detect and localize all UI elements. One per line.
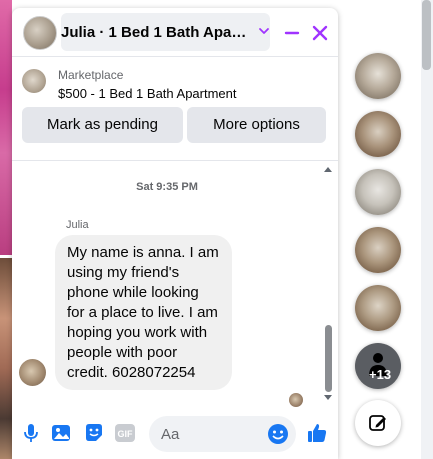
more-chats-button[interactable]: +13 [355,343,401,389]
chat-window: Julia · 1 Bed 1 Bath Apartm... Marketpla… [12,8,338,459]
message-bubble[interactable]: My name is anna. I am using my friend's … [55,235,232,390]
thumbs-up-icon[interactable] [306,422,328,444]
sender-avatar[interactable] [19,359,46,386]
chat-head[interactable] [355,169,401,215]
sender-name: Julia [66,219,89,231]
message-input[interactable] [161,416,261,452]
microphone-icon[interactable] [20,422,42,444]
scroll-down-arrow-icon[interactable] [324,395,332,400]
conversation-title: Julia · 1 Bed 1 Bath Apartm... [61,24,249,41]
background-image-bottom [0,258,12,459]
message-list: Sat 9:35 PM Julia My name is anna. I am … [12,162,338,407]
message-timestamp: Sat 9:35 PM [136,181,198,193]
background-page [0,0,12,459]
page-edge [421,0,433,459]
chat-head[interactable] [355,285,401,331]
emoji-icon[interactable] [267,423,289,445]
chat-header: Julia · 1 Bed 1 Bath Apartm... [12,8,338,57]
message-composer: GIF [12,408,338,459]
listing-title[interactable]: $500 - 1 Bed 1 Bath Apartment [58,86,237,101]
background-image-top [0,0,12,255]
compose-icon [369,415,386,431]
listing-source: Marketplace [58,68,124,82]
new-message-button[interactable] [355,400,401,446]
marketplace-listing: Marketplace $500 - 1 Bed 1 Bath Apartmen… [12,58,338,161]
more-options-button[interactable]: More options [187,107,326,143]
gif-label: GIF [117,429,133,439]
chat-head[interactable] [355,53,401,99]
mark-as-pending-button[interactable]: Mark as pending [22,107,183,143]
chat-head[interactable] [355,111,401,157]
gif-icon[interactable]: GIF [115,424,135,442]
page-scrollbar[interactable] [422,0,431,70]
chevron-down-icon [259,28,269,34]
photo-icon[interactable] [50,422,72,444]
seen-indicator-avatar [289,393,303,407]
conversation-avatar[interactable] [23,16,57,50]
scroll-up-arrow-icon[interactable] [324,167,332,172]
conversation-title-button[interactable]: Julia · 1 Bed 1 Bath Apartm... [61,13,270,51]
minimize-icon[interactable] [280,21,304,45]
sticker-icon[interactable] [83,422,105,444]
close-icon[interactable] [308,21,332,45]
scrollbar-thumb[interactable] [325,325,332,392]
listing-thumbnail[interactable] [22,69,46,93]
more-chats-count: +13 [369,367,392,382]
chat-head[interactable] [355,227,401,273]
message-scrollbar[interactable] [324,162,334,402]
message-input-container[interactable] [149,416,296,452]
